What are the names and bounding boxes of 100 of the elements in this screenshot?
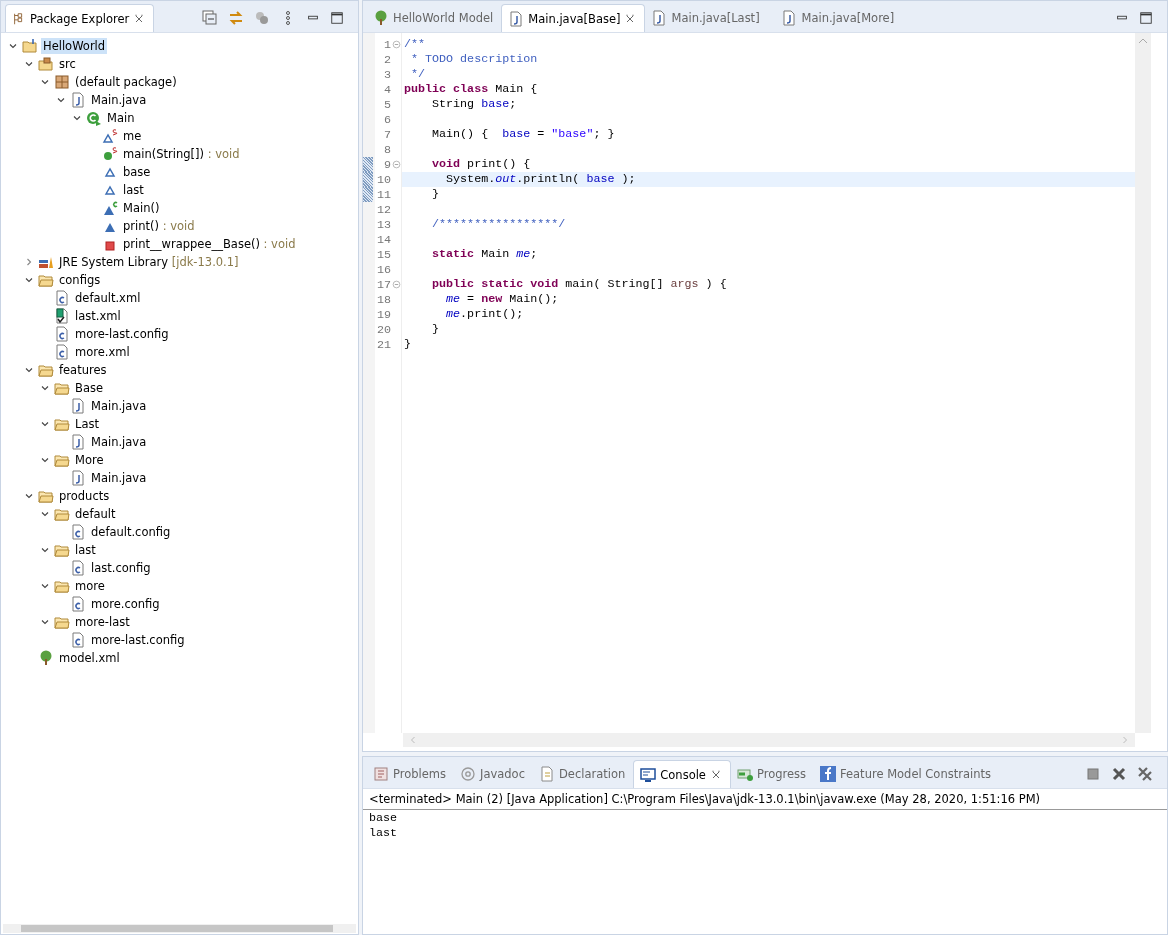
tree-item[interactable]: more.config bbox=[89, 596, 162, 612]
tab-title: Main.java[More] bbox=[801, 11, 895, 25]
line-number: 14 bbox=[376, 232, 391, 247]
editor-tab[interactable]: Main.java[Last] bbox=[645, 4, 776, 32]
tree-item[interactable]: more.xml bbox=[73, 344, 132, 360]
code-line: } bbox=[431, 322, 440, 336]
tree-item[interactable]: me bbox=[121, 128, 144, 144]
tree-item[interactable]: Main bbox=[105, 110, 137, 126]
line-number: 4 bbox=[384, 82, 391, 97]
tree-item[interactable]: Main.java bbox=[89, 398, 149, 414]
tree-item[interactable]: more-last.config bbox=[89, 632, 187, 648]
static-field-icon bbox=[102, 128, 118, 144]
folder-icon bbox=[38, 488, 54, 504]
tree-item[interactable]: HelloWorld bbox=[41, 38, 108, 54]
tab-title: Console bbox=[660, 767, 706, 782]
maximize-icon bbox=[1139, 11, 1153, 25]
tree-item[interactable]: last.xml bbox=[73, 308, 123, 324]
folder-icon bbox=[54, 452, 70, 468]
view-tab[interactable]: Console bbox=[633, 760, 731, 788]
close-icon bbox=[624, 12, 637, 25]
tab-title: Problems bbox=[393, 767, 446, 781]
line-number: 12 bbox=[376, 202, 391, 217]
tab-title: Main.java[Base] bbox=[528, 11, 621, 26]
tree-item[interactable]: last bbox=[121, 182, 146, 198]
static-method-icon bbox=[102, 146, 118, 162]
tree-item[interactable]: Main() bbox=[121, 200, 162, 216]
editor-tab[interactable]: HelloWorld Model bbox=[367, 4, 502, 32]
tree-item[interactable]: Main.java bbox=[89, 434, 149, 450]
folder-icon bbox=[54, 380, 70, 396]
tree-icon bbox=[38, 650, 54, 666]
tree-item[interactable]: base bbox=[121, 164, 153, 180]
tree-item[interactable]: default.xml bbox=[73, 290, 143, 306]
fold-toggle-icon[interactable] bbox=[392, 280, 401, 289]
tree-item[interactable]: last.config bbox=[89, 560, 153, 576]
folder-icon bbox=[54, 614, 70, 630]
tree-item[interactable]: JRE System Library [jdk-13.0.1] bbox=[57, 254, 241, 270]
fold-toggle-icon[interactable] bbox=[392, 40, 401, 49]
horizontal-scrollbar[interactable] bbox=[403, 733, 1135, 747]
tree-item[interactable]: default.config bbox=[89, 524, 173, 540]
java-file-icon bbox=[70, 92, 86, 108]
line-number: 17 bbox=[376, 277, 391, 292]
tree-item[interactable]: print__wrappee__Base() : void bbox=[121, 236, 298, 252]
config-file-icon bbox=[54, 344, 70, 360]
tree-item[interactable]: more bbox=[73, 578, 107, 594]
code-line: public class Main { bbox=[404, 82, 538, 96]
console-output-line: base bbox=[369, 811, 399, 826]
project-folder-icon bbox=[22, 38, 38, 54]
tree-item[interactable]: last bbox=[73, 542, 98, 558]
tree-item[interactable]: default bbox=[73, 506, 118, 522]
maximize-icon bbox=[330, 11, 344, 25]
console-icon bbox=[640, 766, 657, 783]
fold-toggle-icon[interactable] bbox=[392, 160, 401, 169]
line-number: 16 bbox=[376, 262, 391, 277]
line-number: 13 bbox=[376, 217, 391, 232]
view-tab[interactable]: Problems bbox=[367, 760, 454, 788]
collapse-all-icon bbox=[202, 10, 218, 26]
javadoc-icon bbox=[460, 766, 476, 782]
tree-item[interactable]: products bbox=[57, 488, 112, 504]
tab-title: Package Explorer bbox=[30, 11, 130, 26]
view-tab[interactable]: Feature Model Constraints bbox=[814, 760, 999, 788]
tree-item[interactable]: Main.java bbox=[89, 470, 149, 486]
view-tab[interactable]: Javadoc bbox=[454, 760, 533, 788]
tree-item[interactable]: More bbox=[73, 452, 106, 468]
tree-item[interactable]: more-last bbox=[73, 614, 132, 630]
tree-item[interactable]: Main.java bbox=[89, 92, 149, 108]
tree-item[interactable]: features bbox=[57, 362, 109, 378]
view-tab[interactable]: Progress bbox=[730, 760, 814, 788]
declaration-icon bbox=[538, 766, 555, 782]
close-icon bbox=[133, 12, 146, 25]
tree-item[interactable]: main(String[]) : void bbox=[121, 146, 242, 162]
view-tab[interactable]: Declaration bbox=[532, 760, 634, 788]
config-file-icon bbox=[70, 596, 86, 612]
editor-tab[interactable]: Main.java[Base] bbox=[501, 4, 646, 32]
view-tab[interactable]: Package Explorer bbox=[5, 4, 155, 32]
tree-item[interactable]: src bbox=[57, 56, 78, 72]
stop-icon bbox=[1085, 766, 1101, 782]
f-logo-icon bbox=[820, 766, 836, 782]
line-number: 5 bbox=[384, 97, 391, 112]
java-file-icon bbox=[508, 10, 525, 27]
line-number: 9 bbox=[384, 157, 391, 172]
code-line: String base; bbox=[431, 97, 517, 111]
line-number: 8 bbox=[384, 142, 391, 157]
tree-item[interactable]: (default package) bbox=[73, 74, 179, 90]
class-icon bbox=[86, 110, 102, 126]
horizontal-scrollbar[interactable] bbox=[3, 924, 356, 933]
source-folder-icon bbox=[38, 56, 54, 72]
tree-item[interactable]: print() : void bbox=[121, 218, 197, 234]
config-file-icon bbox=[54, 326, 70, 342]
tree-item[interactable]: Last bbox=[73, 416, 101, 432]
tree-item[interactable]: configs bbox=[57, 272, 103, 288]
code-line: System.out.println( base ); bbox=[445, 172, 636, 186]
checked-config-file-icon bbox=[54, 308, 70, 324]
editor-tab[interactable]: Main.java[More] bbox=[775, 4, 906, 32]
line-number: 19 bbox=[376, 307, 391, 322]
line-number: 15 bbox=[376, 247, 391, 262]
tree-item[interactable]: Base bbox=[73, 380, 105, 396]
vertical-scrollbar[interactable] bbox=[1135, 33, 1151, 733]
tree-item[interactable]: model.xml bbox=[57, 650, 122, 666]
close-icon bbox=[709, 768, 722, 781]
tree-item[interactable]: more-last.config bbox=[73, 326, 171, 342]
